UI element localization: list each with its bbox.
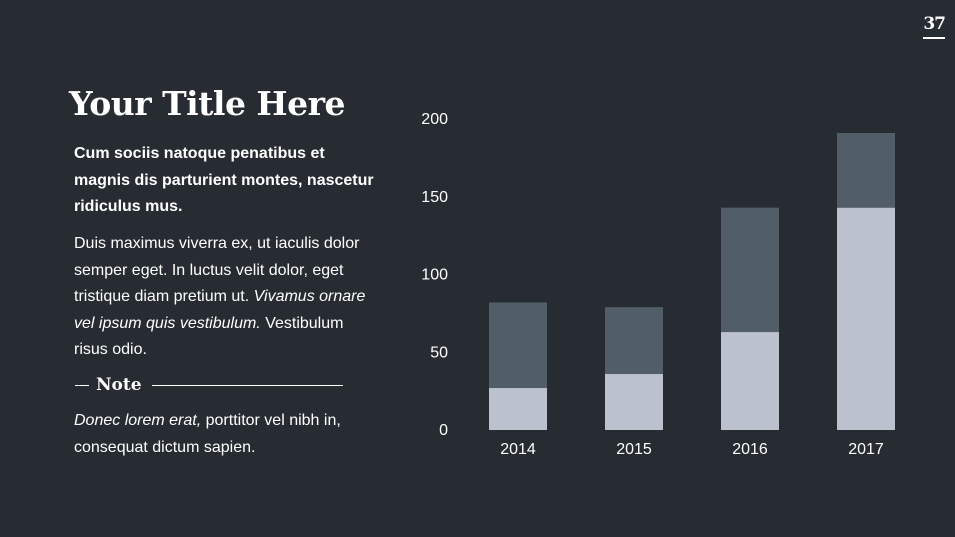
bar-segment-2014-series-2	[489, 302, 547, 389]
bar-segment-2016-series-1	[721, 332, 779, 430]
bar-segment-2017-series-2	[837, 132, 895, 208]
note-rule	[151, 384, 343, 386]
note-text-italic: Donec lorem erat,	[74, 412, 202, 429]
note-paragraph: Donec lorem erat, porttitor vel nibh in,…	[74, 408, 374, 461]
bar-segment-2016-series-2	[721, 207, 779, 333]
y-tick-label: 50	[430, 344, 448, 361]
x-tick-label: 2015	[616, 441, 652, 458]
bars	[489, 132, 895, 430]
note-dash	[75, 384, 89, 386]
x-tick-label: 2017	[848, 441, 884, 458]
y-tick-label: 0	[439, 422, 448, 439]
stacked-bar-chart: 0 50 100 150 200 2014 2015 2016 2017	[421, 111, 895, 458]
x-tick-label: 2014	[500, 441, 536, 458]
note-label: Note	[96, 375, 142, 395]
bar-segment-2015-series-1	[605, 374, 663, 430]
lead-paragraph: Cum sociis natoque penatibus et magnis d…	[74, 145, 374, 215]
y-tick-label: 100	[421, 267, 448, 284]
body-paragraph: Duis maximus viverra ex, ut iaculis dolo…	[74, 231, 374, 364]
note-heading: Note	[75, 375, 343, 395]
x-axis: 2014 2015 2016 2017	[500, 441, 884, 458]
bar-segment-2015-series-2	[605, 307, 663, 375]
page-number: 37	[923, 14, 946, 39]
y-tick-label: 150	[421, 189, 448, 206]
x-tick-label: 2016	[732, 441, 768, 458]
bar-segment-2014-series-1	[489, 388, 547, 430]
bar-segment-2017-series-1	[837, 207, 895, 430]
y-tick-label: 200	[421, 111, 448, 128]
y-axis: 0 50 100 150 200	[421, 111, 448, 439]
slide-title: Your Title Here	[69, 84, 345, 123]
